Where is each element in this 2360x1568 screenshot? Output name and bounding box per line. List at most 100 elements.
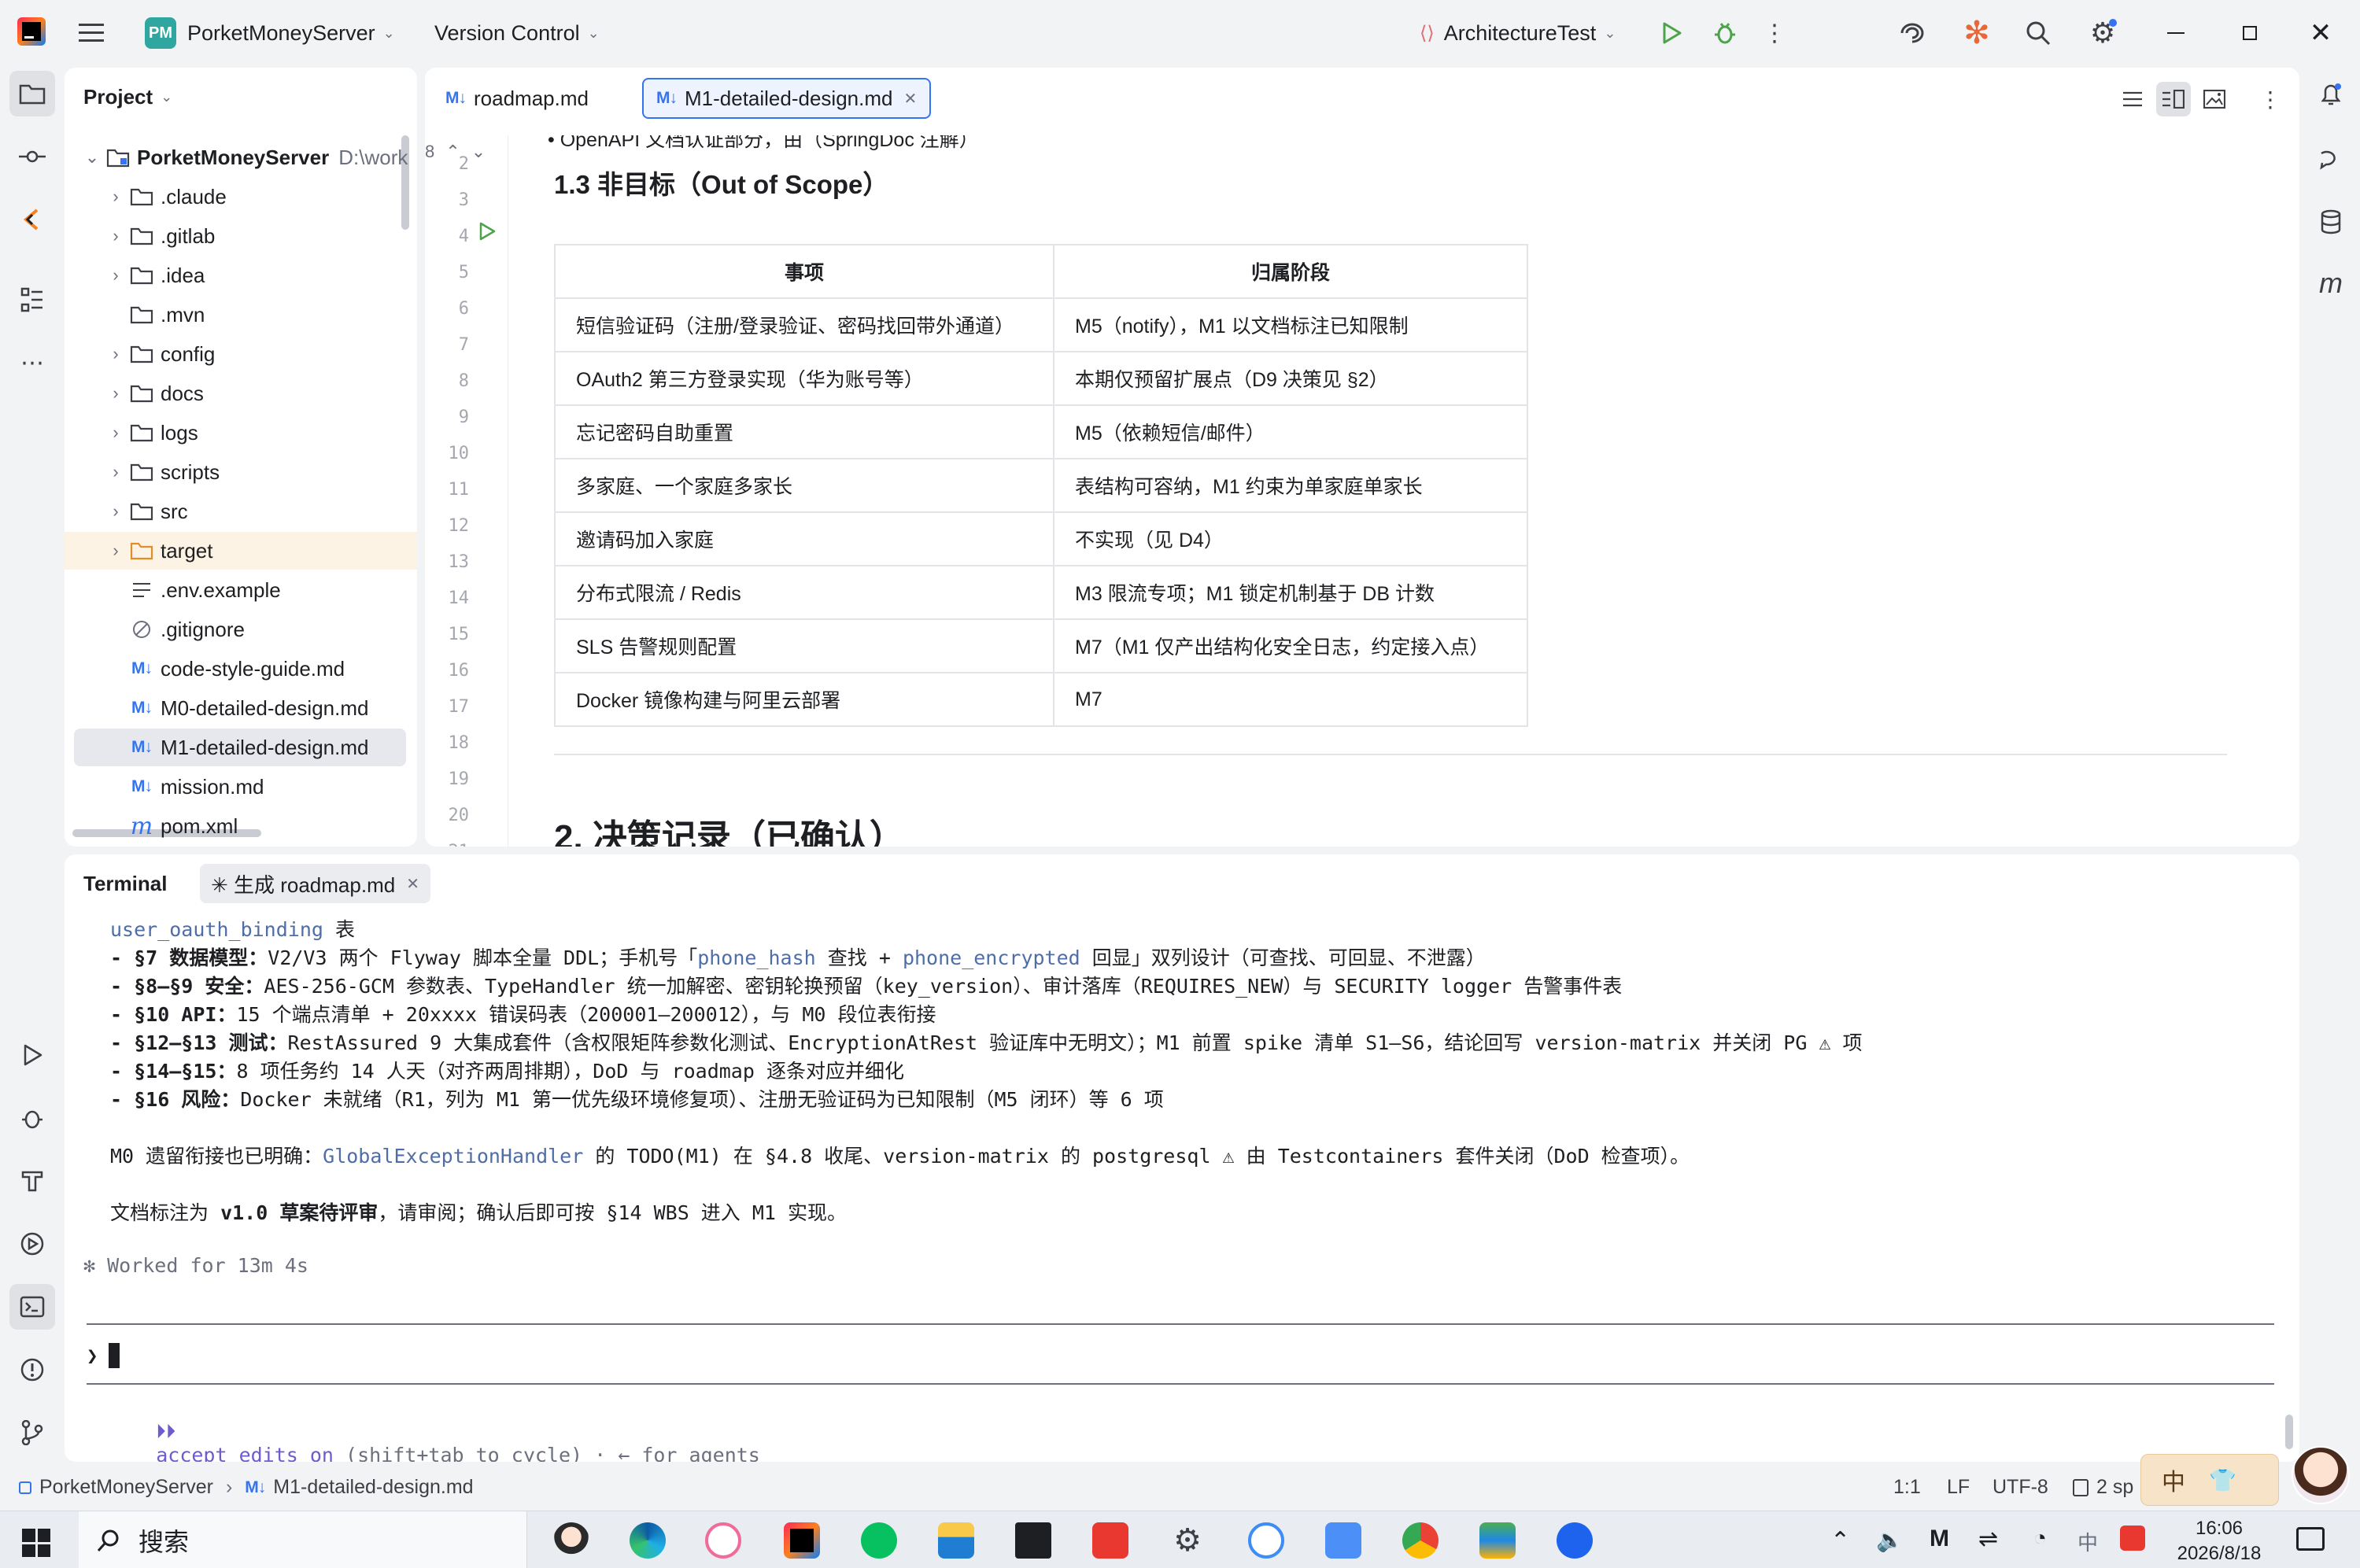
close-tab-icon[interactable]: ✕ [903,89,917,109]
structure-tool-icon[interactable] [9,277,55,323]
ai-assistant-icon[interactable] [1896,17,1928,49]
taskbar-cloud-app-2-icon[interactable] [1248,1522,1284,1559]
indent-widget[interactable]: 2 sp [2073,1476,2133,1499]
tree-item[interactable]: M↓ code-style-guide.md [65,650,417,688]
version-control-widget[interactable]: Version Control ⌄ [434,16,600,50]
notifications-icon[interactable] [2314,77,2348,112]
taskbar-drop-app-icon[interactable] [1325,1522,1361,1559]
database-icon[interactable] [2314,205,2348,239]
close-tab-icon[interactable]: ✕ [406,874,419,894]
gitlab-tool-icon[interactable] [9,197,55,242]
terminal-title[interactable]: Terminal [83,872,167,896]
close-icon[interactable]: ✕ [2301,17,2340,49]
line-separator[interactable]: LF [1947,1476,1970,1499]
git-tool-icon[interactable] [9,1410,55,1455]
chevron-right-icon[interactable]: › [104,383,127,404]
project-widget[interactable]: PM PorketMoneyServer ⌄ [145,16,395,50]
caret-position[interactable]: 1:1 [1893,1476,1921,1499]
taskbar-edge-icon[interactable] [630,1522,666,1559]
chevron-right-icon[interactable]: › [104,501,127,522]
tree-item[interactable]: › .gitlab [65,217,417,255]
tray-sogou-icon[interactable] [2120,1526,2145,1551]
terminal-tool-icon[interactable] [9,1284,55,1330]
tree-item[interactable]: m pom.xml [65,807,417,845]
claude-icon[interactable]: ✻ [1959,16,1994,50]
run-gutter-icon[interactable] [478,222,496,245]
tab-roadmap[interactable]: M↓ roadmap.md [433,77,601,120]
more-tools-icon[interactable]: ⋯ [9,340,55,386]
intellij-logo-icon[interactable] [17,17,46,46]
taskbar-cloud-app-icon[interactable] [705,1522,741,1559]
chevron-right-icon[interactable]: › [104,226,127,246]
tree-item[interactable]: › .claude [65,178,417,216]
project-tool-icon[interactable] [9,71,55,116]
taskbar-avatar-app-icon[interactable] [553,1522,589,1559]
chevron-right-icon[interactable]: › [104,265,127,286]
tree-item[interactable]: .mvn [65,296,417,334]
chevron-right-icon[interactable]: › [104,540,127,561]
settings-icon[interactable]: ⚙ [2085,16,2120,50]
taskbar-intellij-icon[interactable] [784,1522,820,1559]
tree-item[interactable]: M↓ mission.md [65,768,417,806]
tree-root[interactable]: ⌄ PorketMoneyServer D:\work [65,138,417,176]
ime-toolbar[interactable]: 中 👕 [2140,1454,2279,1506]
taskbar-settings-icon[interactable]: ⚙ [1169,1522,1206,1559]
tree-item[interactable]: › scripts [65,453,417,491]
chevron-right-icon[interactable]: › [104,462,127,482]
terminal-session-tab[interactable]: ✳ 生成 roadmap.md ✕ [200,864,430,903]
terminal-scrollbar[interactable] [2285,1415,2293,1449]
tree-item[interactable]: M↓ M0-detailed-design.md [65,689,417,727]
tree-item[interactable]: › logs [65,414,417,452]
restore-icon[interactable] [2230,17,2270,49]
taskbar-wechat-icon[interactable] [861,1522,897,1559]
build-tool-icon[interactable] [9,1158,55,1204]
tree-item[interactable]: M↓ M1-detailed-design.md [74,729,406,766]
debug-tool-icon[interactable] [9,1095,55,1141]
tray-wifi-icon[interactable]: ◔ [2033,1526,2047,1551]
tab-m1-detailed-design[interactable]: M↓ M1-detailed-design.md ✕ [642,78,932,119]
debug-icon[interactable] [1709,17,1741,49]
run-config-widget[interactable]: ⟨⟩ ArchitectureTest ⌄ [1420,16,1616,50]
tray-m-icon[interactable]: M [1930,1526,1949,1552]
tree-item[interactable]: › src [65,493,417,530]
editor-and-preview-icon[interactable] [2156,82,2191,116]
commit-tool-icon[interactable] [9,134,55,179]
taskbar-layers-app-icon[interactable] [1479,1522,1516,1559]
run-tool-icon[interactable] [9,1032,55,1078]
preview-only-icon[interactable] [2199,83,2230,115]
chevron-down-icon[interactable]: ⌄ [80,147,104,168]
taskbar-wps-icon[interactable] [1092,1522,1128,1559]
editor-only-icon[interactable] [2117,83,2148,115]
more-actions-icon[interactable]: ⋮ [1763,17,1786,49]
tree-item[interactable]: › .idea [65,256,417,294]
file-encoding[interactable]: UTF-8 [1993,1476,2048,1499]
tree-item[interactable]: .env.example [65,571,417,609]
ime-avatar[interactable] [2292,1446,2350,1504]
taskbar-file-explorer-icon[interactable] [938,1522,974,1559]
services-tool-icon[interactable] [9,1221,55,1267]
tray-volume-icon[interactable]: 🔈 [1876,1527,1904,1553]
taskbar-clock[interactable]: 16:06 2026/8/18 [2156,1516,2282,1566]
chevron-right-icon[interactable]: › [104,344,127,364]
tray-chevron-up-icon[interactable]: ⌃ [1830,1527,1850,1555]
editor-more-icon[interactable]: ⋮ [2258,83,2282,115]
taskbar-search[interactable]: 搜索 [79,1511,527,1568]
run-icon[interactable] [1656,17,1687,49]
ai-chat-icon[interactable] [2314,142,2348,176]
tray-notification-icon[interactable] [2296,1527,2325,1551]
tree-item[interactable]: › config [65,335,417,373]
minimize-icon[interactable] [2156,17,2196,49]
chevron-right-icon[interactable]: › [104,422,127,443]
tree-item[interactable]: › docs [65,374,417,412]
tray-ime-icon[interactable]: 中 [2077,1527,2098,1556]
tree-item[interactable]: .gitignore [65,611,417,648]
taskbar-terminal-icon[interactable] [1015,1522,1051,1559]
breadcrumb-file[interactable]: M1-detailed-design.md [273,1476,473,1499]
taskbar-chrome-icon[interactable] [1402,1522,1439,1559]
problems-tool-icon[interactable] [9,1347,55,1393]
search-icon[interactable] [2022,17,2054,49]
prompt-input[interactable]: ❯ [87,1336,2274,1375]
taskbar-docker-icon[interactable] [1557,1522,1593,1559]
tray-mixer-icon[interactable]: ⇌ [1978,1526,1998,1553]
tree-item[interactable]: › target [65,532,417,570]
